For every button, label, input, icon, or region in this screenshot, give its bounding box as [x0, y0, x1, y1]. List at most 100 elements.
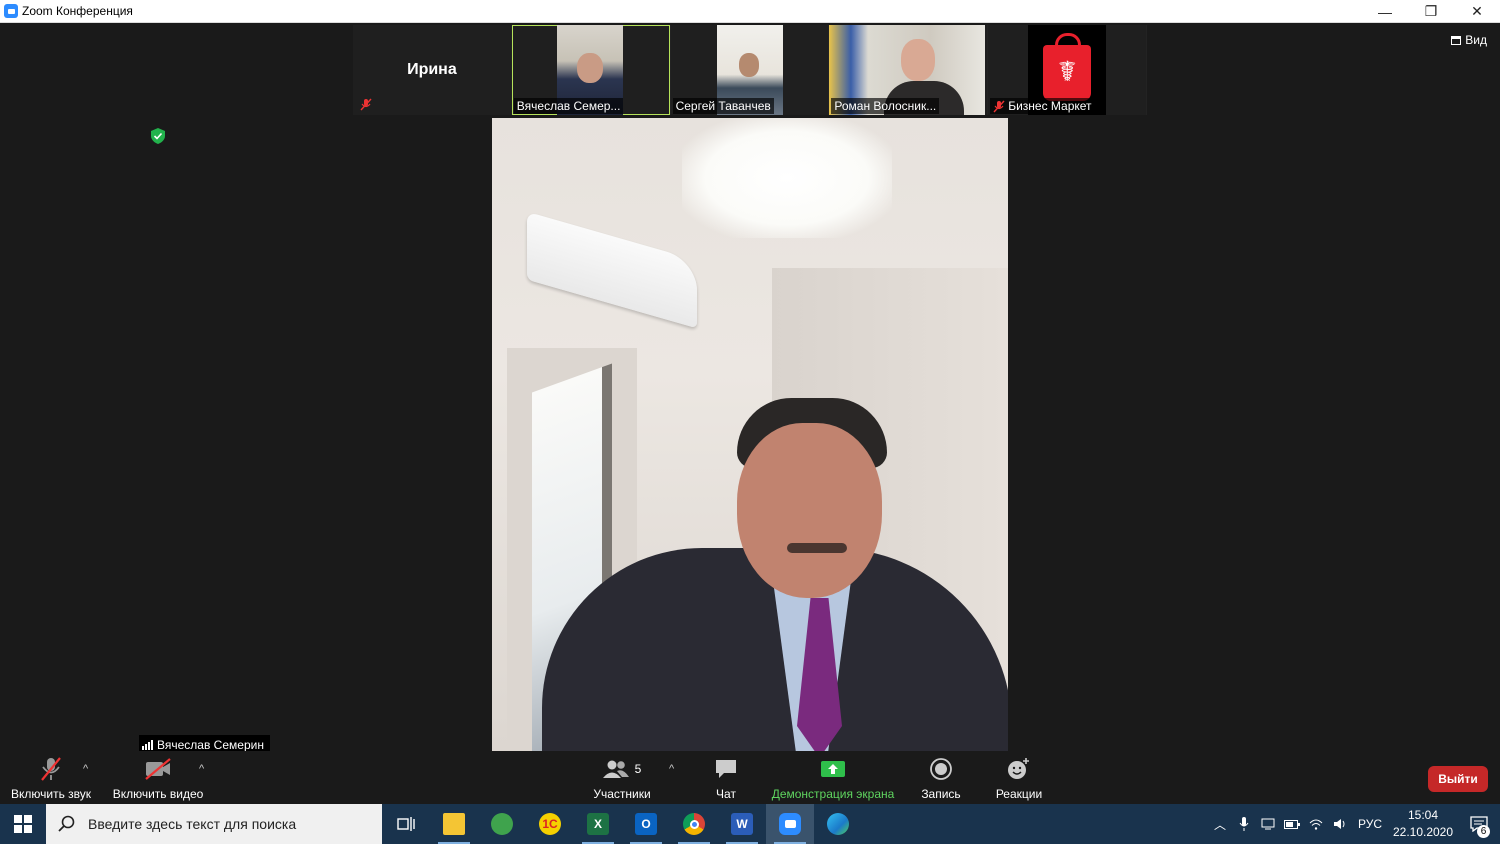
search-placeholder: Введите здесь текст для поиска [88, 816, 297, 832]
meeting-area: Ирина Вячеслав Семер... Сергей Таванчев [0, 23, 1500, 754]
participant-label: Роман Волосник... [831, 98, 940, 114]
search-icon [58, 815, 75, 832]
participant-tile-roman[interactable]: Роман Волосник... [829, 25, 988, 115]
clock-time: 15:04 [1407, 808, 1439, 822]
participant-name: Ирина [407, 61, 457, 78]
participants-button[interactable]: 5 Участники [590, 751, 654, 804]
video-options-caret[interactable]: ^ [199, 763, 204, 775]
chat-bubble-icon [716, 760, 736, 778]
battery-icon[interactable] [1280, 804, 1304, 844]
share-screen-label: Демонстрация экрана [771, 787, 895, 801]
zoom-app-icon [4, 4, 18, 18]
volume-icon[interactable] [1328, 804, 1352, 844]
view-label: Вид [1465, 33, 1487, 47]
globe-icon [491, 813, 513, 835]
clock-date: 22.10.2020 [1392, 825, 1454, 839]
notification-count-badge: 6 [1477, 825, 1490, 838]
participant-name: Вячеслав Семер... [516, 99, 621, 113]
record-button[interactable]: Запись [916, 751, 966, 804]
participant-label: Вячеслав Семер... [513, 98, 624, 114]
wifi-icon[interactable] [1304, 804, 1328, 844]
share-screen-button[interactable]: Демонстрация экрана [770, 751, 896, 804]
meeting-controls: Включить звук ^ Включить видео ^ 5 Участ… [0, 751, 1500, 804]
tray-overflow-chevron-icon[interactable]: ︿ [1208, 804, 1232, 844]
task-view-icon [397, 817, 415, 831]
record-icon [930, 758, 952, 780]
1c-app-icon: 1С [539, 813, 561, 835]
outlook-icon: O [635, 813, 657, 835]
restore-button[interactable]: ❐ [1408, 0, 1454, 23]
share-screen-icon [821, 761, 845, 777]
shopping-bag-logo-icon [1043, 33, 1092, 101]
participant-name: Сергей Таванчев [675, 99, 771, 113]
participant-status [357, 97, 375, 112]
action-center-button[interactable]: 6 [1458, 804, 1500, 844]
language-indicator[interactable]: РУС [1352, 804, 1388, 844]
leave-meeting-button[interactable]: Выйти [1428, 766, 1488, 792]
participant-name: Роман Волосник... [834, 99, 937, 113]
taskbar-zoom[interactable] [766, 804, 814, 844]
view-button[interactable]: Вид [1451, 33, 1487, 47]
monitor-tray-icon[interactable] [1256, 804, 1280, 844]
window-titlebar: Zoom Конференция — ❐ ✕ [0, 0, 1500, 23]
participant-tile-irina[interactable]: Ирина [353, 25, 511, 115]
taskbar-chrome[interactable] [670, 804, 718, 844]
participant-label: Бизнес Маркет [990, 98, 1095, 114]
word-icon: W [731, 813, 753, 835]
taskbar-1c[interactable]: 1С [526, 804, 574, 844]
taskbar-maps[interactable] [478, 804, 526, 844]
reactions-label: Реакции [995, 787, 1043, 801]
task-view-button[interactable] [382, 804, 430, 844]
taskbar-word[interactable]: W [718, 804, 766, 844]
signal-bars-icon [142, 739, 153, 750]
unmute-button[interactable]: Включить звук [10, 751, 92, 804]
participants-count: 5 [634, 762, 642, 776]
taskbar-edge[interactable] [814, 804, 862, 844]
video-off-icon [145, 758, 171, 780]
minimize-button[interactable]: — [1362, 0, 1408, 23]
start-button[interactable] [0, 804, 46, 844]
muted-mic-icon [360, 98, 372, 111]
taskbar-clock[interactable]: 15:04 22.10.2020 [1388, 807, 1458, 841]
participant-tile-vyacheslav[interactable]: Вячеслав Семер... [511, 25, 670, 115]
reactions-button[interactable]: Реакции [992, 751, 1046, 804]
chat-button[interactable]: Чат [706, 751, 746, 804]
taskbar-file-explorer[interactable] [430, 804, 478, 844]
participants-options-caret[interactable]: ^ [669, 763, 674, 775]
audio-options-caret[interactable]: ^ [83, 763, 88, 775]
muted-mic-icon [993, 100, 1005, 112]
close-button[interactable]: ✕ [1454, 0, 1500, 23]
system-tray: ︿ РУС 15:04 22.10.2020 6 [1208, 804, 1500, 844]
zoom-icon [779, 813, 801, 835]
participants-label: Участники [593, 787, 651, 801]
chrome-icon [683, 813, 705, 835]
participants-icon [602, 760, 629, 778]
participant-tile-sergey[interactable]: Сергей Таванчев [670, 25, 829, 115]
windows-logo-icon [14, 815, 32, 833]
grid-icon [1451, 35, 1462, 45]
encryption-shield-icon[interactable] [151, 128, 165, 144]
participant-tile-business-market[interactable]: Бизнес Маркет [988, 25, 1146, 115]
speaker-name: Вячеслав Семерин [157, 737, 264, 752]
start-video-button[interactable]: Включить видео [111, 751, 205, 804]
windows-taskbar: Введите здесь текст для поиска 1С X O W [0, 804, 1500, 844]
start-video-label: Включить видео [112, 787, 204, 801]
excel-icon: X [587, 813, 609, 835]
participants-strip: Ирина Вячеслав Семер... Сергей Таванчев [353, 25, 1147, 115]
taskbar-excel[interactable]: X [574, 804, 622, 844]
folder-icon [443, 813, 465, 835]
record-label: Запись [921, 787, 961, 801]
taskbar-search-box[interactable]: Введите здесь текст для поиска [46, 804, 382, 844]
muted-microphone-icon [41, 757, 61, 781]
window-controls: — ❐ ✕ [1362, 0, 1500, 23]
reactions-smiley-icon [1008, 758, 1029, 779]
edge-icon [827, 813, 849, 835]
participant-label: Сергей Таванчев [672, 98, 774, 114]
chat-label: Чат [716, 787, 736, 801]
window-title: Zoom Конференция [22, 4, 133, 18]
active-speaker-video [492, 118, 1008, 753]
taskbar-outlook[interactable]: O [622, 804, 670, 844]
microphone-tray-icon[interactable] [1232, 804, 1256, 844]
participant-name: Бизнес Маркет [1008, 99, 1092, 113]
unmute-label: Включить звук [10, 787, 92, 801]
